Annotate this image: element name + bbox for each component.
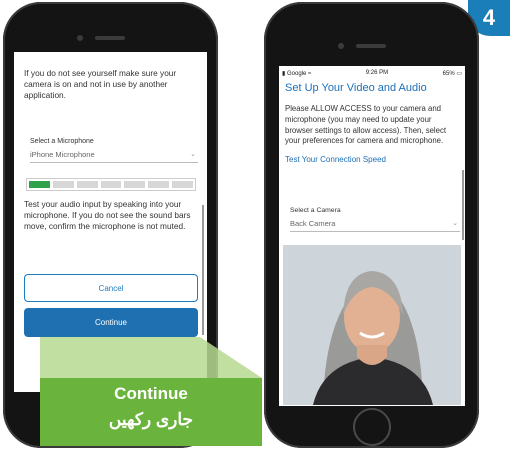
carrier-text: Google (286, 71, 307, 77)
status-bar: ▮ Google ≈ 9:26 PM 65% ▭ (282, 70, 462, 77)
camera-preview-image (283, 245, 461, 405)
status-time: 9:26 PM (365, 70, 389, 76)
right-scrollbar[interactable] (462, 170, 464, 240)
callout-english: Continue (114, 384, 188, 403)
page-title: Set Up Your Video and Audio (285, 82, 427, 94)
signal-icon: ▮ (282, 71, 286, 77)
camera-select[interactable]: Back Camera ⌄ (290, 219, 460, 232)
portrait-illustration (283, 245, 461, 405)
camera-value: Back Camera (290, 219, 336, 228)
battery-icon: ▭ (456, 71, 462, 77)
continue-callout: Continue جاری رکھیں (40, 378, 262, 446)
test-connection-link[interactable]: Test Your Connection Speed (285, 155, 386, 164)
callout-urdu: جاری رکھیں (108, 410, 194, 429)
right-phone-speaker (356, 44, 386, 48)
instructions-text: Please ALLOW ACCESS to your camera and m… (285, 104, 447, 146)
camera-label: Select a Camera (290, 207, 341, 214)
right-phone-camera (338, 43, 344, 49)
chevron-down-icon: ⌄ (452, 220, 458, 227)
battery-percent: 65% (442, 71, 455, 77)
wifi-icon: ≈ (308, 71, 312, 77)
home-button[interactable] (353, 408, 391, 446)
